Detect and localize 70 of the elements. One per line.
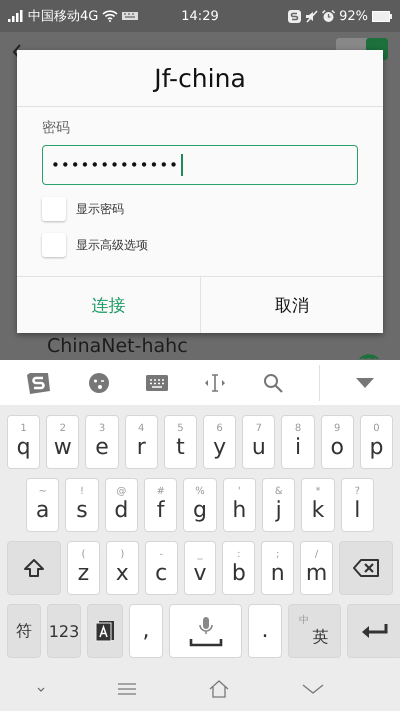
key[interactable]: ? l <box>340 478 374 532</box>
mute-icon <box>305 10 318 22</box>
key[interactable]: # f <box>144 478 178 532</box>
chevron-down-icon[interactable] <box>302 684 324 694</box>
microphone-space-icon <box>188 615 222 647</box>
key[interactable]: 1 q <box>7 415 40 469</box>
chevron-down-icon[interactable] <box>36 686 44 692</box>
key[interactable]: / m <box>300 541 334 595</box>
key[interactable]: @ d <box>104 478 138 532</box>
search-icon[interactable] <box>262 372 283 392</box>
cancel-button[interactable]: 取消 <box>200 277 383 333</box>
battery-icon <box>372 10 392 22</box>
key[interactable]: . <box>248 604 282 658</box>
clock-time: 14:29 <box>181 8 219 24</box>
key[interactable]: 3 e <box>85 415 119 469</box>
keyboard-icon[interactable] <box>146 374 168 390</box>
app-s-icon <box>288 10 302 22</box>
key[interactable]: : b <box>222 541 256 595</box>
key[interactable]: % g <box>183 478 217 532</box>
key[interactable]: 8 i <box>281 415 315 469</box>
key[interactable]: 0 p <box>360 415 394 469</box>
font-book-icon <box>95 620 115 642</box>
home-icon[interactable] <box>208 680 228 698</box>
enter-key[interactable] <box>347 604 400 658</box>
key[interactable]: 9 o <box>320 415 354 469</box>
checkbox[interactable] <box>42 233 66 257</box>
key[interactable]: , <box>129 604 163 658</box>
key[interactable]: * k <box>301 478 335 532</box>
key[interactable]: ; n <box>261 541 294 595</box>
password-field[interactable]: ••••••••••••• <box>42 145 358 185</box>
shift-key[interactable] <box>7 541 61 595</box>
wifi-icon <box>102 10 118 22</box>
key[interactable]: 7 u <box>242 415 276 469</box>
enter-icon <box>361 622 389 640</box>
key[interactable]: 符 <box>7 604 41 658</box>
key[interactable]: _ v <box>184 541 216 595</box>
signal-icon <box>8 10 24 22</box>
key[interactable]: & j <box>262 478 296 532</box>
network-name: ChinaNet-hahc <box>47 335 188 357</box>
keyboard-icon <box>122 12 138 20</box>
dropdown-icon[interactable] <box>356 378 374 388</box>
key[interactable]: ! s <box>65 478 99 532</box>
key[interactable]: - c <box>144 541 178 595</box>
key[interactable]: ( z <box>67 541 100 595</box>
menu-icon[interactable] <box>118 683 136 695</box>
cursor-icon[interactable] <box>204 374 226 392</box>
option-label: 显示高级选项 <box>76 236 148 254</box>
key[interactable]: ~ a <box>26 478 60 532</box>
option-label: 显示密码 <box>76 200 124 218</box>
sogou-logo-icon[interactable] <box>26 370 52 394</box>
backspace-key[interactable] <box>339 541 394 595</box>
dialog-title: Jf-china <box>17 50 383 107</box>
space-key[interactable] <box>169 604 242 658</box>
key[interactable]: 5 t <box>164 415 198 469</box>
key[interactable]: 6 y <box>203 415 236 469</box>
key[interactable]: 4 r <box>124 415 158 469</box>
alarm-icon <box>322 10 336 22</box>
key[interactable]: 中 英 <box>288 604 341 658</box>
backspace-icon <box>352 558 380 578</box>
key[interactable]: 2 w <box>46 415 80 469</box>
carrier-name: 中国移动4G <box>28 8 98 25</box>
font-key[interactable] <box>87 604 123 658</box>
emoji-icon[interactable] <box>88 372 110 394</box>
key[interactable]: 123 <box>47 604 81 658</box>
battery-percent: 92% <box>339 8 368 24</box>
checkbox[interactable] <box>42 197 66 221</box>
key[interactable]: ) x <box>106 541 139 595</box>
field-label: 密码 <box>42 119 70 137</box>
shift-icon <box>23 558 45 578</box>
key[interactable]: ' h <box>222 478 256 532</box>
